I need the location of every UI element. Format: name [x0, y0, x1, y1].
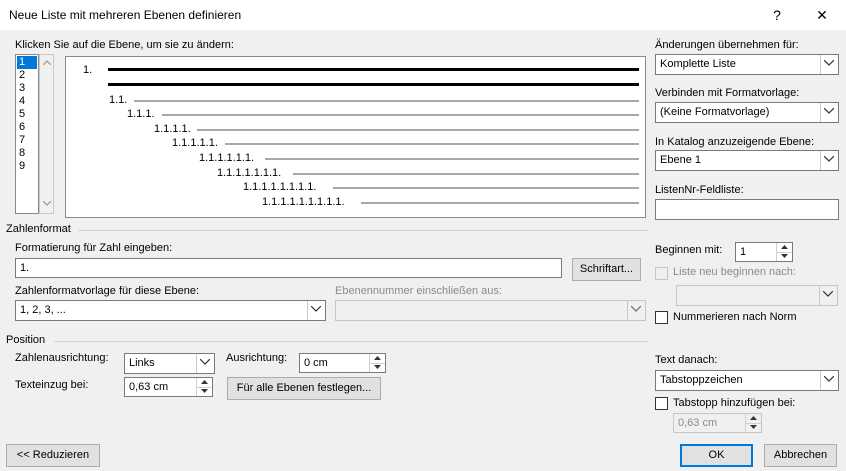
level-item-2[interactable]: 2: [17, 69, 37, 82]
format-label: Formatierung für Zahl eingeben:: [15, 242, 173, 254]
number-alignment-label: Zahlenausrichtung:: [15, 352, 109, 364]
start-at-label: Beginnen mit:: [655, 244, 723, 256]
tab-stop-spinner[interactable]: 0,63 cm: [673, 413, 762, 433]
preview-level-5: 1.1.1.1.1.: [172, 137, 218, 149]
include-level-label: Ebenennummer einschließen aus:: [335, 285, 502, 297]
help-icon[interactable]: ?: [760, 4, 794, 26]
text-indent-spinner[interactable]: 0,63 cm: [124, 377, 213, 397]
list-preview[interactable]: 1. 1.1. 1.1.1. 1.1.1.1. 1.1.1.1.1. 1.1.1…: [65, 56, 646, 218]
number-alignment-value: Links: [129, 357, 155, 369]
level-list-scrollbar[interactable]: [39, 54, 54, 214]
link-style-label: Verbinden mit Formatvorlage:: [655, 87, 800, 99]
gallery-level-label: In Katalog anzuzeigende Ebene:: [655, 136, 815, 148]
preview-level-2: 1.1.: [109, 94, 128, 106]
level-item-1[interactable]: 1: [17, 56, 37, 69]
level-item-4[interactable]: 4: [17, 95, 37, 108]
preview-level-8: 1.1.1.1.1.1.1.1.: [243, 181, 317, 193]
aligned-at-value: 0 cm: [304, 357, 328, 369]
restart-after-select[interactable]: [676, 285, 838, 306]
spin-down-icon[interactable]: [197, 387, 212, 396]
preview-level-9: 1.1.1.1.1.1.1.1.1.: [262, 196, 345, 208]
level-item-8[interactable]: 8: [17, 147, 37, 160]
number-style-label: Zahlenformatvorlage für diese Ebene:: [15, 285, 200, 297]
text-indent-value: 0,63 cm: [129, 381, 169, 393]
follow-number-select[interactable]: Tabstoppzeichen: [655, 370, 839, 391]
chevron-down-icon: [824, 60, 834, 66]
start-at-value: 1: [740, 246, 747, 258]
link-style-select[interactable]: (Keine Formatvorlage): [655, 102, 839, 123]
position-section: Position: [6, 334, 46, 346]
restart-list-checkbox[interactable]: [655, 267, 668, 280]
chevron-down-icon: [631, 306, 641, 312]
spin-down-icon[interactable]: [777, 252, 792, 261]
levels-label: Klicken Sie auf die Ebene, um sie zu änd…: [15, 39, 234, 51]
number-style-select[interactable]: 1, 2, 3, ...: [15, 300, 326, 321]
restart-list-label: Liste neu beginnen nach:: [673, 266, 796, 278]
legal-numbering-checkbox[interactable]: [655, 311, 668, 324]
level-item-5[interactable]: 5: [17, 108, 37, 121]
add-tab-label: Tabstopp hinzufügen bei:: [673, 397, 796, 409]
listnum-label: ListenNr-Feldliste:: [655, 184, 744, 196]
level-item-9[interactable]: 9: [17, 160, 37, 173]
apply-to-value: Komplette Liste: [660, 58, 736, 70]
scroll-down-icon[interactable]: [43, 201, 51, 206]
number-style-value: 1, 2, 3, ...: [20, 304, 66, 316]
level-list[interactable]: 1 2 3 4 5 6 7 8 9: [15, 54, 39, 214]
follow-number-label: Text danach:: [655, 354, 718, 366]
chevron-down-icon: [311, 306, 321, 312]
link-style-value: (Keine Formatvorlage): [660, 106, 770, 118]
preview-level-6: 1.1.1.1.1.1.: [199, 152, 255, 164]
number-format-input[interactable]: 1.: [15, 258, 562, 278]
preview-level-1: 1.: [83, 64, 93, 76]
tab-stop-value: 0,63 cm: [678, 417, 718, 429]
ok-button[interactable]: OK: [680, 444, 753, 467]
chevron-down-icon: [824, 156, 834, 162]
apply-to-label: Änderungen übernehmen für:: [655, 39, 799, 51]
add-tab-checkbox[interactable]: [655, 397, 668, 410]
level-item-3[interactable]: 3: [17, 82, 37, 95]
chevron-down-icon: [823, 291, 833, 297]
preview-level-3: 1.1.1.: [127, 108, 155, 120]
apply-to-select[interactable]: Komplette Liste: [655, 54, 839, 75]
follow-number-value: Tabstoppzeichen: [660, 374, 743, 386]
aligned-at-spinner[interactable]: 0 cm: [299, 353, 386, 373]
chevron-down-icon: [824, 108, 834, 114]
spin-down-icon[interactable]: [370, 363, 385, 372]
font-button[interactable]: Schriftart...: [572, 258, 641, 281]
legal-numbering-label: Nummerieren nach Norm: [673, 311, 797, 323]
spin-down-icon[interactable]: [746, 423, 761, 432]
number-format-section: Zahlenformat: [6, 223, 71, 235]
chevron-down-icon: [200, 359, 210, 365]
chevron-down-icon: [824, 376, 834, 382]
cancel-button[interactable]: Abbrechen: [764, 444, 837, 467]
level-item-6[interactable]: 6: [17, 121, 37, 134]
include-level-select[interactable]: [335, 300, 646, 321]
preview-level-7: 1.1.1.1.1.1.1.: [217, 167, 282, 179]
title-bar: Neue Liste mit mehreren Ebenen definiere…: [0, 0, 846, 30]
preview-level-4: 1.1.1.1.: [154, 123, 191, 135]
number-alignment-select[interactable]: Links: [124, 353, 215, 374]
aligned-at-label: Ausrichtung:: [226, 352, 288, 364]
scroll-up-icon[interactable]: [43, 60, 51, 65]
listnum-field[interactable]: [655, 199, 839, 220]
gallery-level-value: Ebene 1: [660, 154, 701, 166]
close-icon[interactable]: ✕: [805, 4, 839, 26]
level-item-7[interactable]: 7: [17, 134, 37, 147]
less-button[interactable]: << Reduzieren: [6, 444, 100, 467]
start-at-spinner[interactable]: 1: [735, 242, 793, 262]
text-indent-label: Texteinzug bei:: [15, 379, 89, 391]
dialog-title: Neue Liste mit mehreren Ebenen definiere…: [9, 8, 242, 22]
gallery-level-select[interactable]: Ebene 1: [655, 150, 839, 171]
set-all-levels-button[interactable]: Für alle Ebenen festlegen...: [227, 377, 381, 400]
